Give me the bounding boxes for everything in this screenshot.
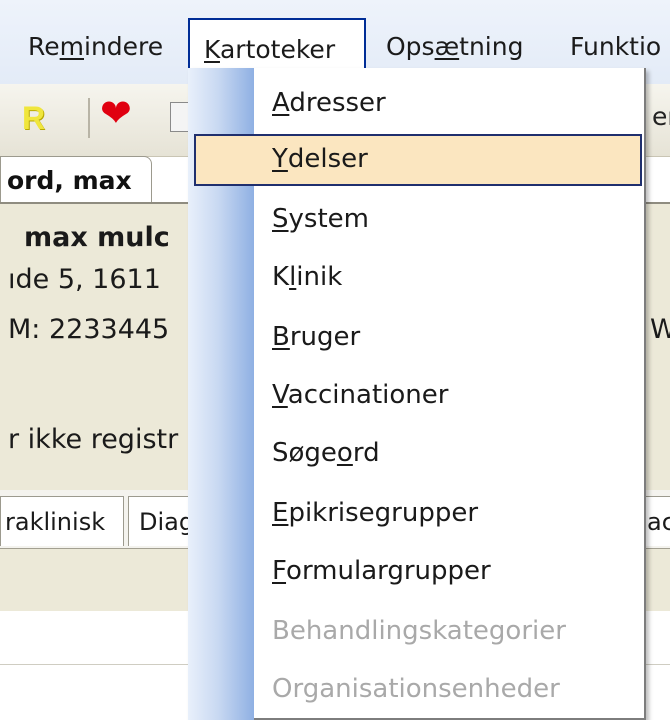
menu-item-label: Klinik <box>272 262 343 292</box>
patient-status: r ikke registr <box>8 424 179 455</box>
menu-item-label: Bruger <box>272 322 361 352</box>
menu-item-label: Adresser <box>272 88 386 118</box>
menu-item-soegeord[interactable]: Søgeord <box>194 428 642 480</box>
heart-icon[interactable]: ❤ <box>100 94 132 132</box>
patient-tab-label: ord, max <box>7 166 132 195</box>
patient-right-fragment: W <box>650 314 670 345</box>
menu-item-label: System <box>272 204 369 234</box>
patient-address: ıde 5, 1611 <box>8 264 161 295</box>
toolbar-separator <box>88 98 90 138</box>
menu-item-formulargrupper[interactable]: Formulargrupper <box>194 546 642 598</box>
menu-item-vaccinationer[interactable]: Vaccinationer <box>194 370 642 422</box>
menu-item-label: Formulargrupper <box>272 556 491 586</box>
tab-paraklinisk[interactable]: raklinisk <box>0 496 124 546</box>
menu-item-epikrisegrupper[interactable]: Epikrisegrupper <box>194 488 642 540</box>
menu-item-label: Epikrisegrupper <box>272 498 479 528</box>
menu-item-organisationsenheder: Organisationsenheder <box>194 664 642 716</box>
menu-item-system[interactable]: System <box>194 194 642 246</box>
menu-item-bruger[interactable]: Bruger <box>194 312 642 364</box>
toolbar-right-text: er <box>652 102 670 131</box>
patient-tab[interactable]: ord, max <box>0 156 152 202</box>
menu-item-ydelser[interactable]: Ydelser <box>194 134 642 186</box>
patient-name: max mulc <box>24 222 170 253</box>
patient-phone: M: 2233445 <box>8 314 170 345</box>
menu-item-label: Vaccinationer <box>272 380 449 410</box>
menu-remindere[interactable]: Remindere <box>28 16 163 78</box>
tab-diagnoser[interactable]: Diag <box>128 496 194 546</box>
toolbar-input-icon[interactable] <box>170 102 190 132</box>
menu-item-label: Behandlingskategorier <box>272 616 566 646</box>
menu-item-label: Organisationsenheder <box>272 674 560 704</box>
menu-item-label: Søgeord <box>272 438 380 468</box>
menu-item-klinik[interactable]: Klinik <box>194 252 642 304</box>
menu-item-behandlingskategorier: Behandlingskategorier <box>194 606 642 658</box>
menu-item-label: Ydelser <box>272 144 368 174</box>
r-toolbar-button[interactable]: R <box>22 100 45 137</box>
menu-item-adresser[interactable]: Adresser <box>194 78 642 130</box>
